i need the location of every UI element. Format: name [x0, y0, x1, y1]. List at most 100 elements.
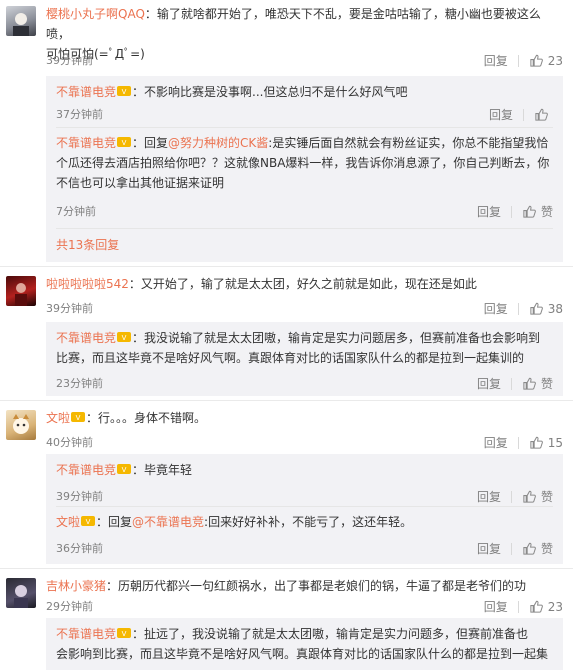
like-count: 23 — [547, 53, 563, 68]
vip-badge-icon: V — [81, 513, 96, 526]
view-all-replies-link[interactable]: 共13条回复 — [56, 236, 119, 253]
like-count: 23 — [547, 599, 563, 614]
comment-actions: 回复 15 — [484, 434, 563, 451]
action-divider — [517, 54, 519, 67]
username-link[interactable]: 不靠谱电竞 — [56, 331, 116, 345]
reply-text-cont: 个瓜还得去酒店拍照给你吧？？这就像NBA爆料一样，我告诉你消息源了，你自己判断去… — [56, 156, 550, 170]
like-button[interactable]: 赞 — [522, 203, 553, 220]
reply-button[interactable]: 回复 — [484, 598, 508, 615]
reply-item: 文啦 V ：回复@不靠谱电竞:回来好好补补，不能亏了，这还年轻。 36分钟前 回复 … — [56, 512, 563, 558]
replies-panel: 不靠谱电竞 V ：扯远了，我没说输了就是太太团嗷，输肯定是实力问题多，但赛前准备也 … — [46, 618, 563, 670]
comment-body: 吉林小豪猪：历朝历代都兴一句红颜祸水，出了事都是老娘们的锅，牛逼了都是老爷们的功 — [46, 576, 563, 596]
reply-divider — [56, 228, 553, 229]
timestamp: 36分钟前 — [56, 542, 103, 555]
reply-actions: 回复 赞 — [477, 540, 553, 557]
username-link[interactable]: 文啦 — [46, 411, 70, 425]
reply-actions: 回复 赞 — [477, 203, 553, 220]
like-button[interactable]: 赞 — [522, 488, 553, 505]
action-divider — [510, 205, 512, 218]
comment-meta: 29分钟前 回复 23 — [46, 598, 573, 615]
reply-meta: 39分钟前 回复 赞 — [56, 488, 563, 504]
reply-button[interactable]: 回复 — [489, 106, 513, 123]
avatar[interactable] — [6, 6, 36, 36]
reply-body: 不靠谱电竞 V ：不影响比赛是没事啊...但这总归不是什么好风气吧 — [56, 82, 553, 102]
reply-button[interactable]: 回复 — [484, 434, 508, 451]
timestamp: 23分钟前 — [56, 377, 103, 390]
avatar-image-icon — [14, 585, 28, 608]
vip-badge-icon: V — [117, 134, 132, 147]
avatar[interactable] — [6, 578, 36, 608]
reply-button[interactable]: 回复 — [477, 375, 501, 392]
reply-meta: 36分钟前 回复 赞 — [56, 540, 563, 556]
action-divider — [510, 377, 512, 390]
thumbs-up-icon — [535, 108, 548, 121]
reply-button[interactable]: 回复 — [477, 540, 501, 557]
thumbs-up-icon — [523, 490, 536, 503]
comment-actions: 回复 23 — [484, 598, 563, 615]
avatar[interactable] — [6, 276, 36, 306]
mention-link[interactable]: @不靠谱电竞 — [132, 515, 204, 529]
reply-body: 文啦 V ：回复@不靠谱电竞:回来好好补补，不能亏了，这还年轻。 — [56, 512, 553, 532]
reply-text: :是实锤后面自然就会有粉丝证实，你总不能指望我恰 — [268, 136, 549, 150]
comment-actions: 回复 38 — [484, 300, 563, 317]
reply-text: :回来好好补补，不能亏了，这还年轻。 — [204, 515, 413, 529]
timestamp: 29分钟前 — [46, 600, 93, 613]
thumbs-up-icon — [523, 205, 536, 218]
reply-actions: 回复 — [489, 106, 553, 123]
like-button[interactable] — [534, 107, 553, 122]
username-link[interactable]: 樱桃小丸子啊QAQ — [46, 7, 145, 21]
thumbs-up-icon — [530, 54, 543, 67]
comment-divider — [0, 266, 573, 267]
comment-meta: 39分钟前 回复 23 — [46, 52, 573, 69]
like-button[interactable]: 38 — [529, 301, 563, 316]
replies-panel: 不靠谱电竞 V ：我没说输了就是太太团嗷，输肯定是实力问题居多，但赛前准备也会影响到… — [46, 322, 563, 396]
reply-button[interactable]: 回复 — [484, 300, 508, 317]
timestamp: 37分钟前 — [56, 108, 103, 121]
action-divider — [523, 108, 524, 121]
username-link[interactable]: 啦啦啦啦啦542 — [46, 277, 129, 291]
reply-divider — [56, 127, 553, 128]
username-link[interactable]: 吉林小豪猪 — [46, 579, 106, 593]
like-button[interactable]: 赞 — [522, 540, 553, 557]
like-button[interactable]: 15 — [529, 435, 563, 450]
like-count: 38 — [547, 301, 563, 316]
reply-text-cont: 不信也可以拿出其他证据来证明 — [56, 176, 225, 190]
avatar[interactable] — [6, 410, 36, 440]
reply-item: 不靠谱电竞 V ：扯远了，我没说输了就是太太团嗷，输肯定是实力问题多，但赛前准备也 … — [56, 624, 563, 670]
like-button[interactable]: 23 — [529, 599, 563, 614]
username-link[interactable]: 文啦 — [56, 515, 80, 529]
like-button[interactable]: 23 — [529, 53, 563, 68]
vip-badge-icon: V — [117, 83, 132, 96]
reply-meta: 23分钟前 回复 赞 — [56, 375, 563, 391]
comment-divider — [0, 400, 573, 401]
avatar-image-icon — [13, 13, 29, 36]
username-link[interactable]: 不靠谱电竞 — [56, 136, 116, 150]
like-label: 赞 — [540, 490, 553, 504]
reply-item: 不靠谱电竞 V ：毕竟年轻 39分钟前 回复 赞 — [56, 460, 563, 504]
mention-link[interactable]: @努力种树的CK酱 — [168, 136, 268, 150]
reply-text-cont: 会影响到比赛，而且这毕竟不是啥好风气啊。真跟体育对比的话国家队什么的都是拉到一起… — [56, 647, 549, 661]
reply-text: ：扯远了，我没说输了就是太太团嗷，输肯定是实力问题多，但赛前准备也 — [132, 627, 529, 641]
reply-button[interactable]: 回复 — [484, 52, 508, 69]
svg-text:V: V — [122, 139, 127, 147]
thumbs-up-icon — [523, 377, 536, 390]
reply-body: 不靠谱电竞 V ：我没说输了就是太太团嗷，输肯定是实力问题居多，但赛前准备也会影响到… — [56, 328, 553, 368]
like-button[interactable]: 赞 — [522, 375, 553, 392]
vip-badge-icon: V — [117, 329, 132, 342]
reply-button[interactable]: 回复 — [477, 203, 501, 220]
reply-text: ：毕竟年轻 — [132, 463, 193, 477]
svg-text:V: V — [76, 414, 81, 422]
reply-body: 不靠谱电竞 V ：扯远了，我没说输了就是太太团嗷，输肯定是实力问题多，但赛前准备也 … — [56, 624, 553, 664]
comment: 啦啦啦啦啦542：又开始了，输了就是太太团，好久之前就是如此，现在还是如此 39… — [0, 270, 573, 400]
reply-actions: 回复 赞 — [477, 488, 553, 505]
reply-item: 不靠谱电竞 V ：回复@努力种树的CK酱:是实锤后面自然就会有粉丝证实，你总不能指望… — [56, 133, 563, 223]
username-link[interactable]: 不靠谱电竞 — [56, 85, 116, 99]
username-link[interactable]: 不靠谱电竞 — [56, 627, 116, 641]
comment-meta: 39分钟前 回复 38 — [46, 300, 573, 317]
reply-button[interactable]: 回复 — [477, 488, 501, 505]
comment-divider — [0, 568, 573, 569]
timestamp: 39分钟前 — [46, 54, 93, 67]
reply-body: 不靠谱电竞 V ：毕竟年轻 — [56, 460, 553, 480]
reply-prefix: ：回复 — [132, 136, 169, 150]
username-link[interactable]: 不靠谱电竞 — [56, 463, 116, 477]
